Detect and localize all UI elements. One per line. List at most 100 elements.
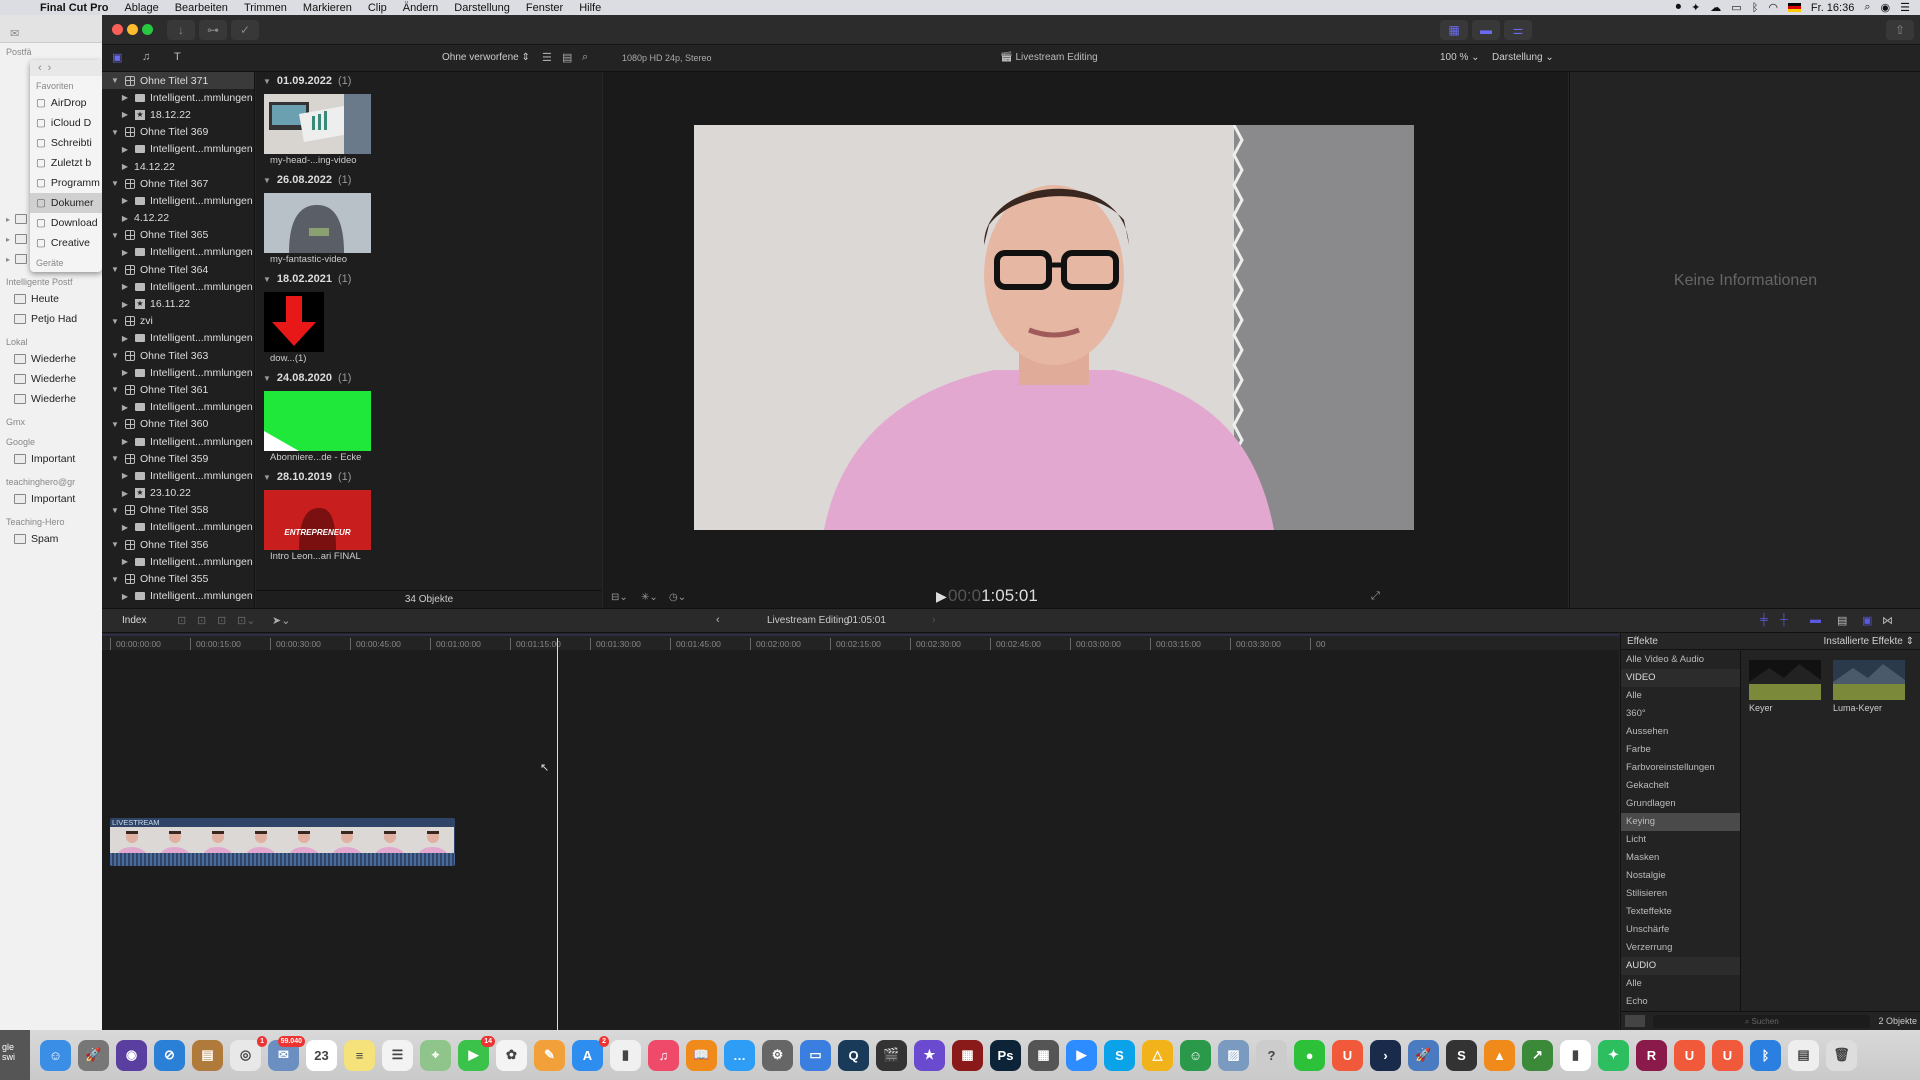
library-collection[interactable]: ▶ Intelligent...mmlungen [102, 364, 254, 381]
library-event[interactable]: ▼ Ohne Titel 360 [102, 416, 254, 433]
disclosure-open-icon[interactable]: ▼ [110, 540, 120, 549]
disclosure-open-icon[interactable]: ▼ [110, 454, 120, 463]
effect-item[interactable]: Luma-Keyer [1833, 660, 1905, 713]
dock-zoom-icon[interactable]: ▶ [1066, 1039, 1097, 1071]
library-collection[interactable]: ▶ ★ 23.10.22 [102, 485, 254, 502]
dock-messages-icon[interactable]: … [724, 1039, 755, 1071]
effects-category[interactable]: Echo [1621, 993, 1740, 1011]
disclosure-closed-icon[interactable]: ▶ [120, 403, 130, 412]
dock-notes-book-icon[interactable]: ▤ [192, 1039, 223, 1071]
library-event[interactable]: ▼ Ohne Titel 365 [102, 227, 254, 244]
mail-folder[interactable]: Wiederhe [0, 369, 102, 389]
disclosure-closed-icon[interactable]: ▶ [120, 471, 130, 480]
mail-folder[interactable]: Important [0, 489, 102, 509]
disclosure-open-icon[interactable]: ▼ [110, 506, 120, 515]
forward-icon[interactable]: › [48, 62, 52, 74]
disclosure-open-icon[interactable]: ▼ [263, 77, 271, 86]
timeline-back-icon[interactable]: ‹ [716, 614, 720, 626]
menu-fenster[interactable]: Fenster [518, 2, 571, 14]
menu-trimmen[interactable]: Trimmen [236, 2, 295, 14]
creative-cloud-icon[interactable]: ☁ [1710, 1, 1721, 14]
library-collection[interactable]: ▶ Intelligent...mmlungen [102, 553, 254, 570]
dock-evernote-icon[interactable]: ✦ [1598, 1039, 1629, 1071]
disclosure-closed-icon[interactable]: ▶ [120, 196, 130, 205]
titles-generators-icon[interactable]: T [174, 51, 181, 63]
disclosure-open-icon[interactable]: ▼ [263, 275, 271, 284]
dock-quicktime-icon[interactable]: Q [838, 1039, 869, 1071]
timecode-display[interactable]: 00:01:05:01 [948, 586, 1038, 606]
library-event[interactable]: ▼ Ohne Titel 369 [102, 124, 254, 141]
finder-favorite[interactable]: ▢ Dokumer [30, 193, 102, 213]
disclosure-open-icon[interactable]: ▼ [110, 317, 120, 326]
clock[interactable]: Fr. 16:36 [1811, 2, 1854, 14]
zoom-window-button[interactable] [142, 24, 153, 35]
dock-launchpad-icon[interactable]: 🚀 [78, 1039, 109, 1071]
dock-ulysses-1-icon[interactable]: U [1332, 1039, 1363, 1071]
dock-unknown-app-icon[interactable]: ? [1256, 1039, 1287, 1071]
dock-facetime-icon[interactable]: ▶ 14 [458, 1035, 495, 1071]
dock-vpn-icon[interactable]: ☺ [1180, 1039, 1211, 1071]
screen-record-icon[interactable]: ⏺ [1676, 1, 1682, 14]
dock-imovie-icon[interactable]: ★ [914, 1039, 945, 1071]
dock-usb-tool-icon[interactable]: ▮ [1560, 1039, 1591, 1071]
library-collection[interactable]: ▶ ★ 18.12.22 [102, 106, 254, 123]
effects-category[interactable]: Texteffekte [1621, 903, 1740, 921]
dock-preview-icon[interactable]: ▨ [1218, 1039, 1249, 1071]
library-event[interactable]: ▼ Ohne Titel 367 [102, 175, 254, 192]
library-collection[interactable]: ▶ Intelligent...mmlungen [102, 278, 254, 295]
library-event[interactable]: ▼ Ohne Titel 371 [102, 72, 254, 90]
spotlight-icon[interactable]: ⌕ [1864, 1, 1870, 14]
evernote-icon[interactable]: ✦ [1691, 1, 1700, 14]
search-icon[interactable]: ⌕ [582, 51, 588, 64]
sidebar-toggle-icon[interactable] [1625, 1015, 1645, 1027]
library-collection[interactable]: ▶ ★ 16.11.22 [102, 295, 254, 312]
play-button[interactable]: ▶ [936, 588, 947, 605]
dock-numbers-icon[interactable]: ▮ [610, 1039, 641, 1071]
disclosure-open-icon[interactable]: ▼ [263, 374, 271, 383]
disclosure-open-icon[interactable]: ▼ [110, 351, 120, 360]
input-language-flag-icon[interactable] [1787, 3, 1801, 12]
dock-mail-icon[interactable]: ✉ 59.040 [268, 1035, 305, 1071]
dock-wechat-icon[interactable]: ● [1294, 1039, 1325, 1071]
disclosure-closed-icon[interactable]: ▶ [120, 523, 130, 532]
date-group-header[interactable]: ▼ 24.08.2020 (1) [256, 369, 602, 387]
date-group-header[interactable]: ▼ 01.09.2022 (1) [256, 72, 602, 90]
dock-cleaner-icon[interactable]: △ [1142, 1039, 1173, 1071]
timeline-area[interactable]: LIVESTREAM ↖ [102, 650, 1619, 1030]
mail-folder[interactable]: Wiederhe [0, 349, 102, 369]
zoom-select[interactable]: 100 % ⌄ [1440, 52, 1480, 63]
retime-icon[interactable]: ◷⌄ [669, 592, 686, 603]
dock-calculator-icon[interactable]: ▦ [1028, 1039, 1059, 1071]
dock-reminders-icon[interactable]: ☰ [382, 1039, 413, 1071]
disclosure-closed-icon[interactable]: ▶ [120, 93, 130, 102]
clip-thumbnail[interactable] [264, 94, 371, 154]
library-collection[interactable]: ▶ Intelligent...mmlungen [102, 467, 254, 484]
dock-rocket-typist-icon[interactable]: 🚀 [1408, 1039, 1439, 1071]
library-event[interactable]: ▼ Ohne Titel 363 [102, 347, 254, 364]
dock-notes-icon[interactable]: ≡ [344, 1039, 375, 1071]
bluetooth-status-icon[interactable]: ᛒ [1752, 2, 1759, 14]
transitions-browser-icon[interactable]: ⋈ [1882, 614, 1893, 627]
effects-category[interactable]: Keying [1621, 813, 1740, 831]
dock-downloads-stack-icon[interactable]: ▤ [1788, 1039, 1819, 1071]
effects-category[interactable]: Alle Video & Audio [1621, 651, 1740, 669]
finder-favorite[interactable]: ▢ Creative [30, 233, 102, 253]
airplay-icon[interactable]: ▭ [1731, 1, 1741, 14]
dock-keynote-icon[interactable]: ▭ [800, 1039, 831, 1071]
mail-folder[interactable]: Wiederhe [0, 389, 102, 409]
dock-stocks-icon[interactable]: ↗ [1522, 1039, 1553, 1071]
library-collection[interactable]: ▶ 4.12.22 [102, 210, 254, 227]
disclosure-closed-icon[interactable]: ▶ [120, 557, 130, 566]
library-event[interactable]: ▼ Ohne Titel 361 [102, 381, 254, 398]
clip-thumbnail[interactable] [264, 292, 371, 352]
library-event[interactable]: ▼ Ohne Titel 356 [102, 536, 254, 553]
disclosure-open-icon[interactable]: ▼ [110, 265, 120, 274]
disclosure-open-icon[interactable]: ▼ [263, 473, 271, 482]
menu-clip[interactable]: Clip [360, 2, 395, 14]
expand-icon[interactable]: ▸ [6, 215, 10, 224]
dock-photoshop-icon[interactable]: Ps [990, 1039, 1021, 1071]
solo-icon[interactable]: ▬ [1810, 614, 1821, 626]
library-event[interactable]: ▼ Ohne Titel 359 [102, 450, 254, 467]
dock-bluetooth-icon[interactable]: ᛒ [1750, 1039, 1781, 1071]
clip-appearance-timeline-icon[interactable]: ▤ [1837, 614, 1847, 627]
